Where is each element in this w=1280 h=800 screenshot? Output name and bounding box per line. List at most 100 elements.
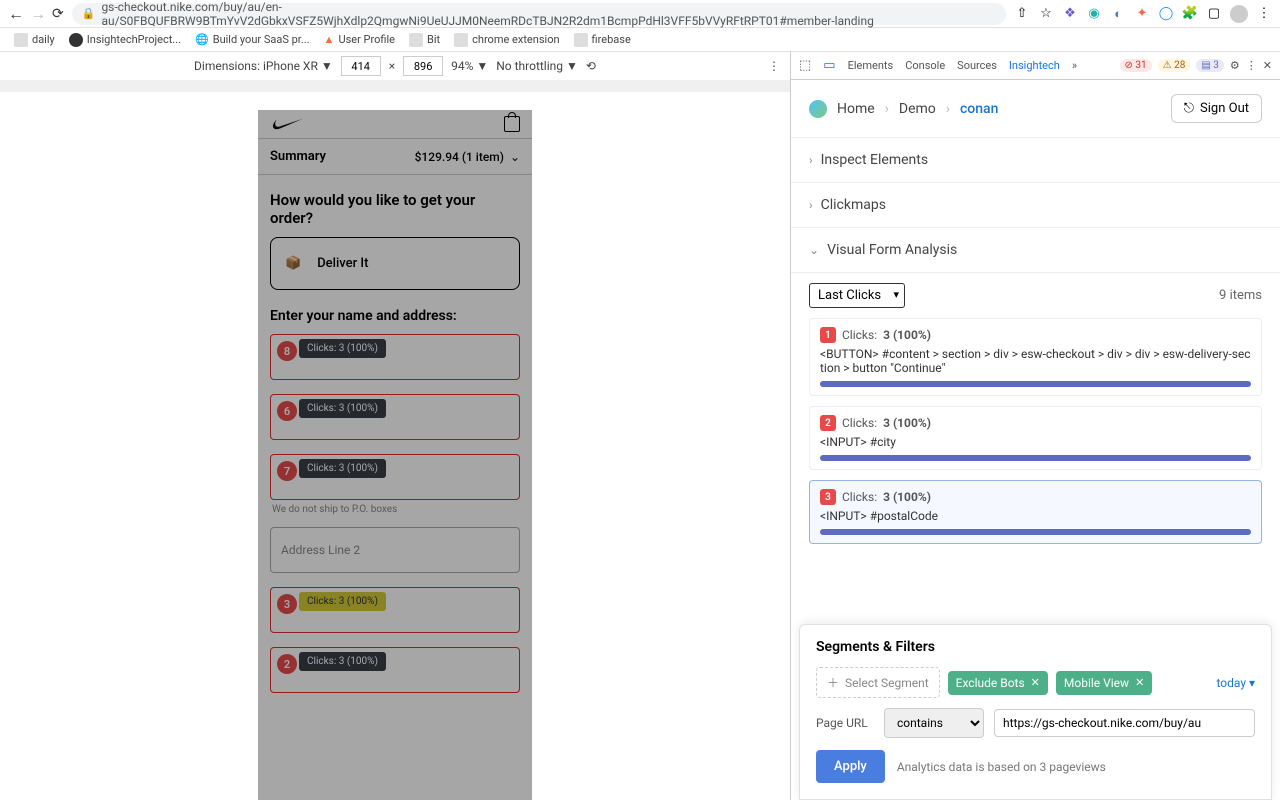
tab-sources[interactable]: Sources [957, 59, 997, 72]
summary-row[interactable]: Summary $129.94 (1 item) ⌄ [258, 138, 532, 175]
crumb-home[interactable]: Home [837, 101, 875, 117]
heat-badge: 2 [277, 654, 297, 674]
crumb-current[interactable]: conan [960, 101, 998, 117]
vfa-body: Last Clicks 9 items 1 Clicks: 3 (100%) <… [791, 273, 1280, 570]
add-segment-button[interactable]: ＋ Select Segment [816, 667, 940, 698]
info-badge[interactable]: ▤ 3 [1196, 59, 1224, 72]
segment-chip[interactable]: Mobile View ✕ [1056, 671, 1152, 695]
devtools-tabs: ⬚ ▭ Elements Console Sources Insightech … [791, 52, 1280, 80]
folder-icon [574, 33, 588, 47]
package-icon: 📦 [285, 256, 301, 271]
close-icon[interactable]: ✕ [1263, 59, 1272, 72]
postal-field[interactable]: 3 Clicks: 3 (100%) [270, 587, 520, 633]
address2-field[interactable]: Address Line 2 [270, 527, 520, 573]
lock-icon: 🔒 [82, 7, 96, 20]
flame-icon: ▲ [324, 33, 335, 46]
date-range-link[interactable]: today ▾ [1216, 676, 1255, 690]
acc-inspect-elements[interactable]: › Inspect Elements [791, 138, 1280, 183]
heat-tooltip: Clicks: 3 (100%) [299, 399, 386, 418]
ext-icon[interactable]: ◯ [1158, 6, 1174, 22]
rotate-icon[interactable]: ⟲ [586, 59, 596, 73]
ext-icon[interactable]: ◐ [1110, 6, 1126, 22]
filter-row: Page URL contains [816, 708, 1255, 738]
click-bar [820, 455, 1251, 461]
apply-button[interactable]: Apply [816, 750, 885, 783]
signout-button[interactable]: ⎋ Sign Out [1171, 94, 1262, 123]
vfa-toolbar: Last Clicks 9 items [809, 283, 1262, 308]
filter-value-input[interactable] [994, 709, 1255, 737]
menu-icon[interactable]: ⋮ [1256, 6, 1272, 22]
remove-chip-icon[interactable]: ✕ [1135, 676, 1144, 689]
reload-button[interactable]: ⟳ [52, 6, 64, 22]
forward-button: → [30, 4, 46, 24]
acc-clickmaps[interactable]: › Clickmaps [791, 183, 1280, 228]
first-name-field[interactable]: 8 Clicks: 3 (100%) [270, 334, 520, 380]
ruler-top [0, 80, 790, 92]
city-field[interactable]: 2 Clicks: 3 (100%) [270, 647, 520, 693]
tab-insightech[interactable]: Insightech [1009, 59, 1060, 72]
more-tabs-icon[interactable]: » [1072, 59, 1077, 72]
error-badge[interactable]: ⊘ 31 [1120, 59, 1152, 72]
width-input[interactable] [341, 56, 381, 76]
selector-text: <INPUT> #city [820, 435, 1251, 449]
throttling-selector[interactable]: No throttling ▼ [496, 59, 578, 73]
selector-text: <BUTTON> #content > section > div > esw-… [820, 347, 1251, 375]
cart-icon[interactable] [504, 116, 520, 132]
back-button[interactable]: ← [8, 4, 24, 24]
ext-icon[interactable]: ✦ [1134, 6, 1150, 22]
bookmark-item[interactable]: Bit [409, 33, 440, 47]
bookmark-item[interactable]: ▲User Profile [324, 33, 395, 46]
more-icon[interactable]: ⋮ [1246, 59, 1257, 72]
zoom-selector[interactable]: 94% ▼ [451, 59, 488, 73]
address1-field[interactable]: 7 Clicks: 3 (100%) [270, 454, 520, 500]
ext-icon[interactable]: ❖ [1062, 6, 1078, 22]
click-item[interactable]: 2 Clicks: 3 (100%) <INPUT> #city [809, 406, 1262, 470]
deliver-option[interactable]: 📦 Deliver It [270, 237, 520, 290]
bookmark-item[interactable]: 🌐Build your SaaS pr... [195, 33, 310, 46]
vfa-metric-select[interactable]: Last Clicks [809, 283, 905, 308]
segments-card: Segments & Filters ＋ Select Segment Excl… [799, 624, 1272, 800]
star-icon[interactable]: ☆ [1038, 6, 1054, 22]
device-icon[interactable]: ▭ [823, 58, 835, 73]
bookmark-item[interactable]: InsightechProject... [69, 33, 181, 47]
phone-area: Summary $129.94 (1 item) ⌄ How would you… [0, 80, 790, 800]
extensions-icon[interactable]: 🧩 [1182, 6, 1198, 22]
ext-icon[interactable]: ◉ [1086, 6, 1102, 22]
folder-icon [409, 33, 423, 47]
more-icon[interactable]: ⋮ [768, 59, 780, 73]
last-name-field[interactable]: 6 Clicks: 3 (100%) [270, 394, 520, 440]
tab-console[interactable]: Console [905, 59, 945, 72]
crumb-demo[interactable]: Demo [899, 101, 936, 117]
inspect-icon[interactable]: ⬚ [799, 58, 811, 73]
devtools-body: Home › Demo › conan ⎋ Sign Out › Inspect… [791, 80, 1280, 800]
segment-chip[interactable]: Exclude Bots ✕ [948, 671, 1048, 695]
warning-badge[interactable]: ⚠ 28 [1158, 59, 1191, 72]
filter-operator-select[interactable]: contains [884, 708, 984, 738]
chevron-right-icon: › [809, 153, 813, 167]
accordion: › Inspect Elements › Clickmaps ⌄ Visual … [791, 137, 1280, 273]
url-text: gs-checkout.nike.com/buy/au/en-au/S0FBQU… [101, 0, 996, 28]
height-input[interactable] [403, 56, 443, 76]
profile-avatar[interactable] [1230, 5, 1248, 23]
bookmark-item[interactable]: daily [14, 33, 55, 47]
remove-chip-icon[interactable]: ✕ [1031, 676, 1040, 689]
signout-icon: ⎋ [1184, 101, 1194, 116]
chevron-down-icon: ⌄ [809, 243, 819, 257]
bookmark-item[interactable]: chrome extension [454, 33, 559, 47]
heat-badge: 3 [277, 594, 297, 614]
url-bar[interactable]: 🔒 gs-checkout.nike.com/buy/au/en-au/S0FB… [72, 3, 1006, 25]
window-icon[interactable]: ▢ [1206, 6, 1222, 22]
deliver-label: Deliver It [317, 256, 368, 271]
panel-header: Home › Demo › conan ⎋ Sign Out [791, 80, 1280, 137]
tab-elements[interactable]: Elements [848, 59, 894, 72]
share-icon[interactable]: ⇧ [1014, 6, 1030, 22]
acc-visual-form-analysis[interactable]: ⌄ Visual Form Analysis [791, 228, 1280, 273]
bookmarks-bar: daily InsightechProject... 🌐Build your S… [0, 28, 1280, 52]
heat-badge: 8 [277, 341, 297, 361]
address-form: Enter your name and address: 8 Clicks: 3… [258, 308, 532, 693]
bookmark-item[interactable]: firebase [574, 33, 631, 47]
device-selector[interactable]: Dimensions: iPhone XR ▼ [194, 59, 333, 73]
click-item[interactable]: 1 Clicks: 3 (100%) <BUTTON> #content > s… [809, 318, 1262, 396]
click-item[interactable]: 3 Clicks: 3 (100%) <INPUT> #postalCode [809, 480, 1262, 544]
gear-icon[interactable]: ⚙ [1230, 59, 1240, 72]
